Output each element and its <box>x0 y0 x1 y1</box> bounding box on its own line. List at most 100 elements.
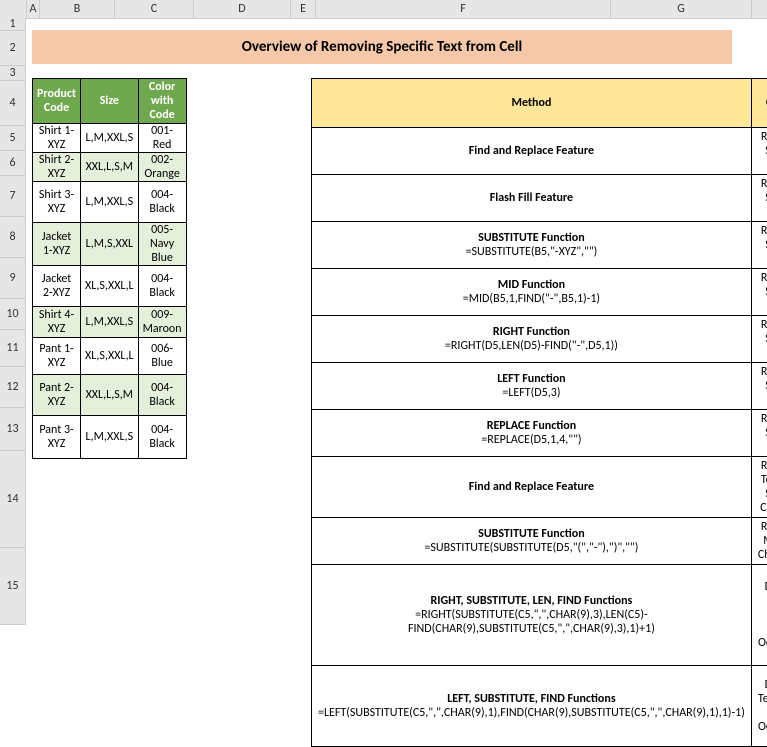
row-head-8[interactable]: 8 <box>0 217 26 258</box>
cell-method[interactable]: Flash Fill Feature <box>312 175 752 222</box>
cell-product[interactable]: Shirt 1-XYZ <box>33 124 81 153</box>
cell-color[interactable]: 001-Red <box>138 124 186 153</box>
row-head-7[interactable]: 7 <box>0 176 26 217</box>
cell-output[interactable]: Deleted Texts After Nth Occurance <box>751 666 767 747</box>
col-head-G[interactable]: G <box>611 0 752 18</box>
row-head-12[interactable]: 12 <box>0 367 26 408</box>
cell-color[interactable]: 004-Black <box>138 182 186 223</box>
method-title: Find and Replace Feature <box>318 144 745 158</box>
col-head-B[interactable]: B <box>40 0 115 18</box>
cell-output[interactable]: Removed Specific Text <box>751 363 767 410</box>
cell-method[interactable]: LEFT, SUBSTITUTE, FIND Functions=LEFT(SU… <box>312 666 752 747</box>
cell-size[interactable]: XL,S,XXL,L <box>81 266 139 307</box>
cell-method[interactable]: MID Function=MID(B5,1,FIND("-",B5,1)-1) <box>312 269 752 316</box>
cell-color[interactable]: 004-Black <box>138 266 186 307</box>
header-color: Color with Code <box>138 79 186 124</box>
cell-product[interactable]: Pant 2-XYZ <box>33 375 81 416</box>
cell-output[interactable]: Removed Specific Text <box>751 269 767 316</box>
cell-color[interactable]: 004-Black <box>138 375 186 416</box>
cell-output[interactable]: Removed Specific Text <box>751 175 767 222</box>
right-row[interactable]: Flash Fill Feature Removed Specific Text <box>312 175 767 222</box>
col-head-gutter[interactable] <box>0 0 27 18</box>
left-row[interactable]: Shirt 1-XYZL,M,XXL,S001-Red <box>33 124 187 153</box>
cell-method[interactable]: Find and Replace Feature <box>312 457 752 518</box>
method-formula: =MID(B5,1,FIND("-",B5,1)-1) <box>318 292 745 306</box>
cell-output[interactable]: Removed Multiple Characters <box>751 518 767 565</box>
method-title: LEFT Function <box>318 372 745 386</box>
cell-product[interactable]: Pant 1-XYZ <box>33 338 81 375</box>
row-head-2[interactable]: 2 <box>0 31 26 66</box>
cell-product[interactable]: Shirt 3-XYZ <box>33 182 81 223</box>
cell-size[interactable]: L,M,XXL,S <box>81 307 139 338</box>
left-row[interactable]: Pant 1-XYZXL,S,XXL,L006-Blue <box>33 338 187 375</box>
method-title: LEFT, SUBSTITUTE, FIND Functions <box>318 692 745 706</box>
cell-size[interactable]: XL,S,XXL,L <box>81 338 139 375</box>
left-row[interactable]: Shirt 3-XYZL,M,XXL,S004-Black <box>33 182 187 223</box>
row-head-11[interactable]: 11 <box>0 330 26 367</box>
row-head-15[interactable]: 15 <box>0 548 26 625</box>
row-head-1[interactable]: 1 <box>0 18 26 31</box>
right-row[interactable]: LEFT Function=LEFT(D5,3)Removed Specific… <box>312 363 767 410</box>
right-row[interactable]: RIGHT Function=RIGHT(D5,LEN(D5)-FIND("-"… <box>312 316 767 363</box>
cell-output[interactable]: Removed Text after Specific Character <box>751 457 767 518</box>
left-row[interactable]: Pant 3-XYZL,M,XXL,S004-Black <box>33 416 187 459</box>
method-title: Flash Fill Feature <box>318 191 745 205</box>
col-head-D[interactable]: D <box>194 0 291 18</box>
cell-product[interactable]: Jacket 1-XYZ <box>33 223 81 266</box>
row-head-4[interactable]: 4 <box>0 81 26 126</box>
right-row[interactable]: Find and Replace Feature Removed Text aft… <box>312 457 767 518</box>
cell-output[interactable]: Deleted Texts Before Nth Occurance <box>751 565 767 666</box>
cell-product[interactable]: Shirt 4-XYZ <box>33 307 81 338</box>
cell-size[interactable]: L,M,XXL,S <box>81 416 139 459</box>
col-head-C[interactable]: C <box>115 0 194 18</box>
cell-method[interactable]: RIGHT, SUBSTITUTE, LEN, FIND Functions=R… <box>312 565 752 666</box>
col-head-E[interactable]: E <box>291 0 316 18</box>
method-title: Find and Replace Feature <box>318 480 745 494</box>
col-head-F[interactable]: F <box>316 0 611 18</box>
cell-output[interactable]: Removed Specific Text <box>751 316 767 363</box>
row-head-10[interactable]: 10 <box>0 299 26 330</box>
left-row[interactable]: Jacket 1-XYZL,M,S,XXL005-Navy Blue <box>33 223 187 266</box>
cell-color[interactable]: 009-Maroon <box>138 307 186 338</box>
right-row[interactable]: RIGHT, SUBSTITUTE, LEN, FIND Functions=R… <box>312 565 767 666</box>
cell-size[interactable]: L,M,S,XXL <box>81 223 139 266</box>
cell-size[interactable]: XXL,L,S,M <box>81 153 139 182</box>
cell-method[interactable]: LEFT Function=LEFT(D5,3) <box>312 363 752 410</box>
row-head-6[interactable]: 6 <box>0 151 26 176</box>
cell-size[interactable]: XXL,L,S,M <box>81 375 139 416</box>
cell-size[interactable]: L,M,XXL,S <box>81 182 139 223</box>
cell-method[interactable]: SUBSTITUTE Function=SUBSTITUTE(SUBSTITUT… <box>312 518 752 565</box>
cell-color[interactable]: 005-Navy Blue <box>138 223 186 266</box>
right-row[interactable]: SUBSTITUTE Function=SUBSTITUTE(SUBSTITUT… <box>312 518 767 565</box>
right-row[interactable]: Find and Replace Feature Removed Specific… <box>312 128 767 175</box>
cell-method[interactable]: SUBSTITUTE Function=SUBSTITUTE(B5,"-XYZ"… <box>312 222 752 269</box>
left-row[interactable]: Pant 2-XYZXXL,L,S,M004-Black <box>33 375 187 416</box>
right-row[interactable]: SUBSTITUTE Function=SUBSTITUTE(B5,"-XYZ"… <box>312 222 767 269</box>
right-row[interactable]: LEFT, SUBSTITUTE, FIND Functions=LEFT(SU… <box>312 666 767 747</box>
cell-output[interactable]: Removed Specific Text <box>751 128 767 175</box>
left-row[interactable]: Jacket 2-XYZXL,S,XXL,L004-Black <box>33 266 187 307</box>
left-row[interactable]: Shirt 2-XYZXXL,L,S,M002-Orange <box>33 153 187 182</box>
row-head-9[interactable]: 9 <box>0 258 26 299</box>
cell-product[interactable]: Pant 3-XYZ <box>33 416 81 459</box>
col-head-A[interactable]: A <box>27 0 40 18</box>
cell-output[interactable]: Removed Specific Text <box>751 410 767 457</box>
cell-method[interactable]: Find and Replace Feature <box>312 128 752 175</box>
cell-method[interactable]: REPLACE Function=REPLACE(D5,1,4,"") <box>312 410 752 457</box>
left-row[interactable]: Shirt 4-XYZL,M,XXL,S009-Maroon <box>33 307 187 338</box>
row-head-13[interactable]: 13 <box>0 408 26 451</box>
cell-method[interactable]: RIGHT Function=RIGHT(D5,LEN(D5)-FIND("-"… <box>312 316 752 363</box>
cell-size[interactable]: L,M,XXL,S <box>81 124 139 153</box>
header-output: Output <box>751 79 767 128</box>
row-head-14[interactable]: 14 <box>0 451 26 548</box>
row-head-3[interactable]: 3 <box>0 66 26 81</box>
right-row[interactable]: MID Function=MID(B5,1,FIND("-",B5,1)-1)R… <box>312 269 767 316</box>
cell-color[interactable]: 002-Orange <box>138 153 186 182</box>
right-row[interactable]: REPLACE Function=REPLACE(D5,1,4,"")Remov… <box>312 410 767 457</box>
cell-output[interactable]: Removed Specific Text <box>751 222 767 269</box>
cell-product[interactable]: Jacket 2-XYZ <box>33 266 81 307</box>
cell-color[interactable]: 006-Blue <box>138 338 186 375</box>
row-head-5[interactable]: 5 <box>0 126 26 151</box>
cell-product[interactable]: Shirt 2-XYZ <box>33 153 81 182</box>
cell-color[interactable]: 004-Black <box>138 416 186 459</box>
